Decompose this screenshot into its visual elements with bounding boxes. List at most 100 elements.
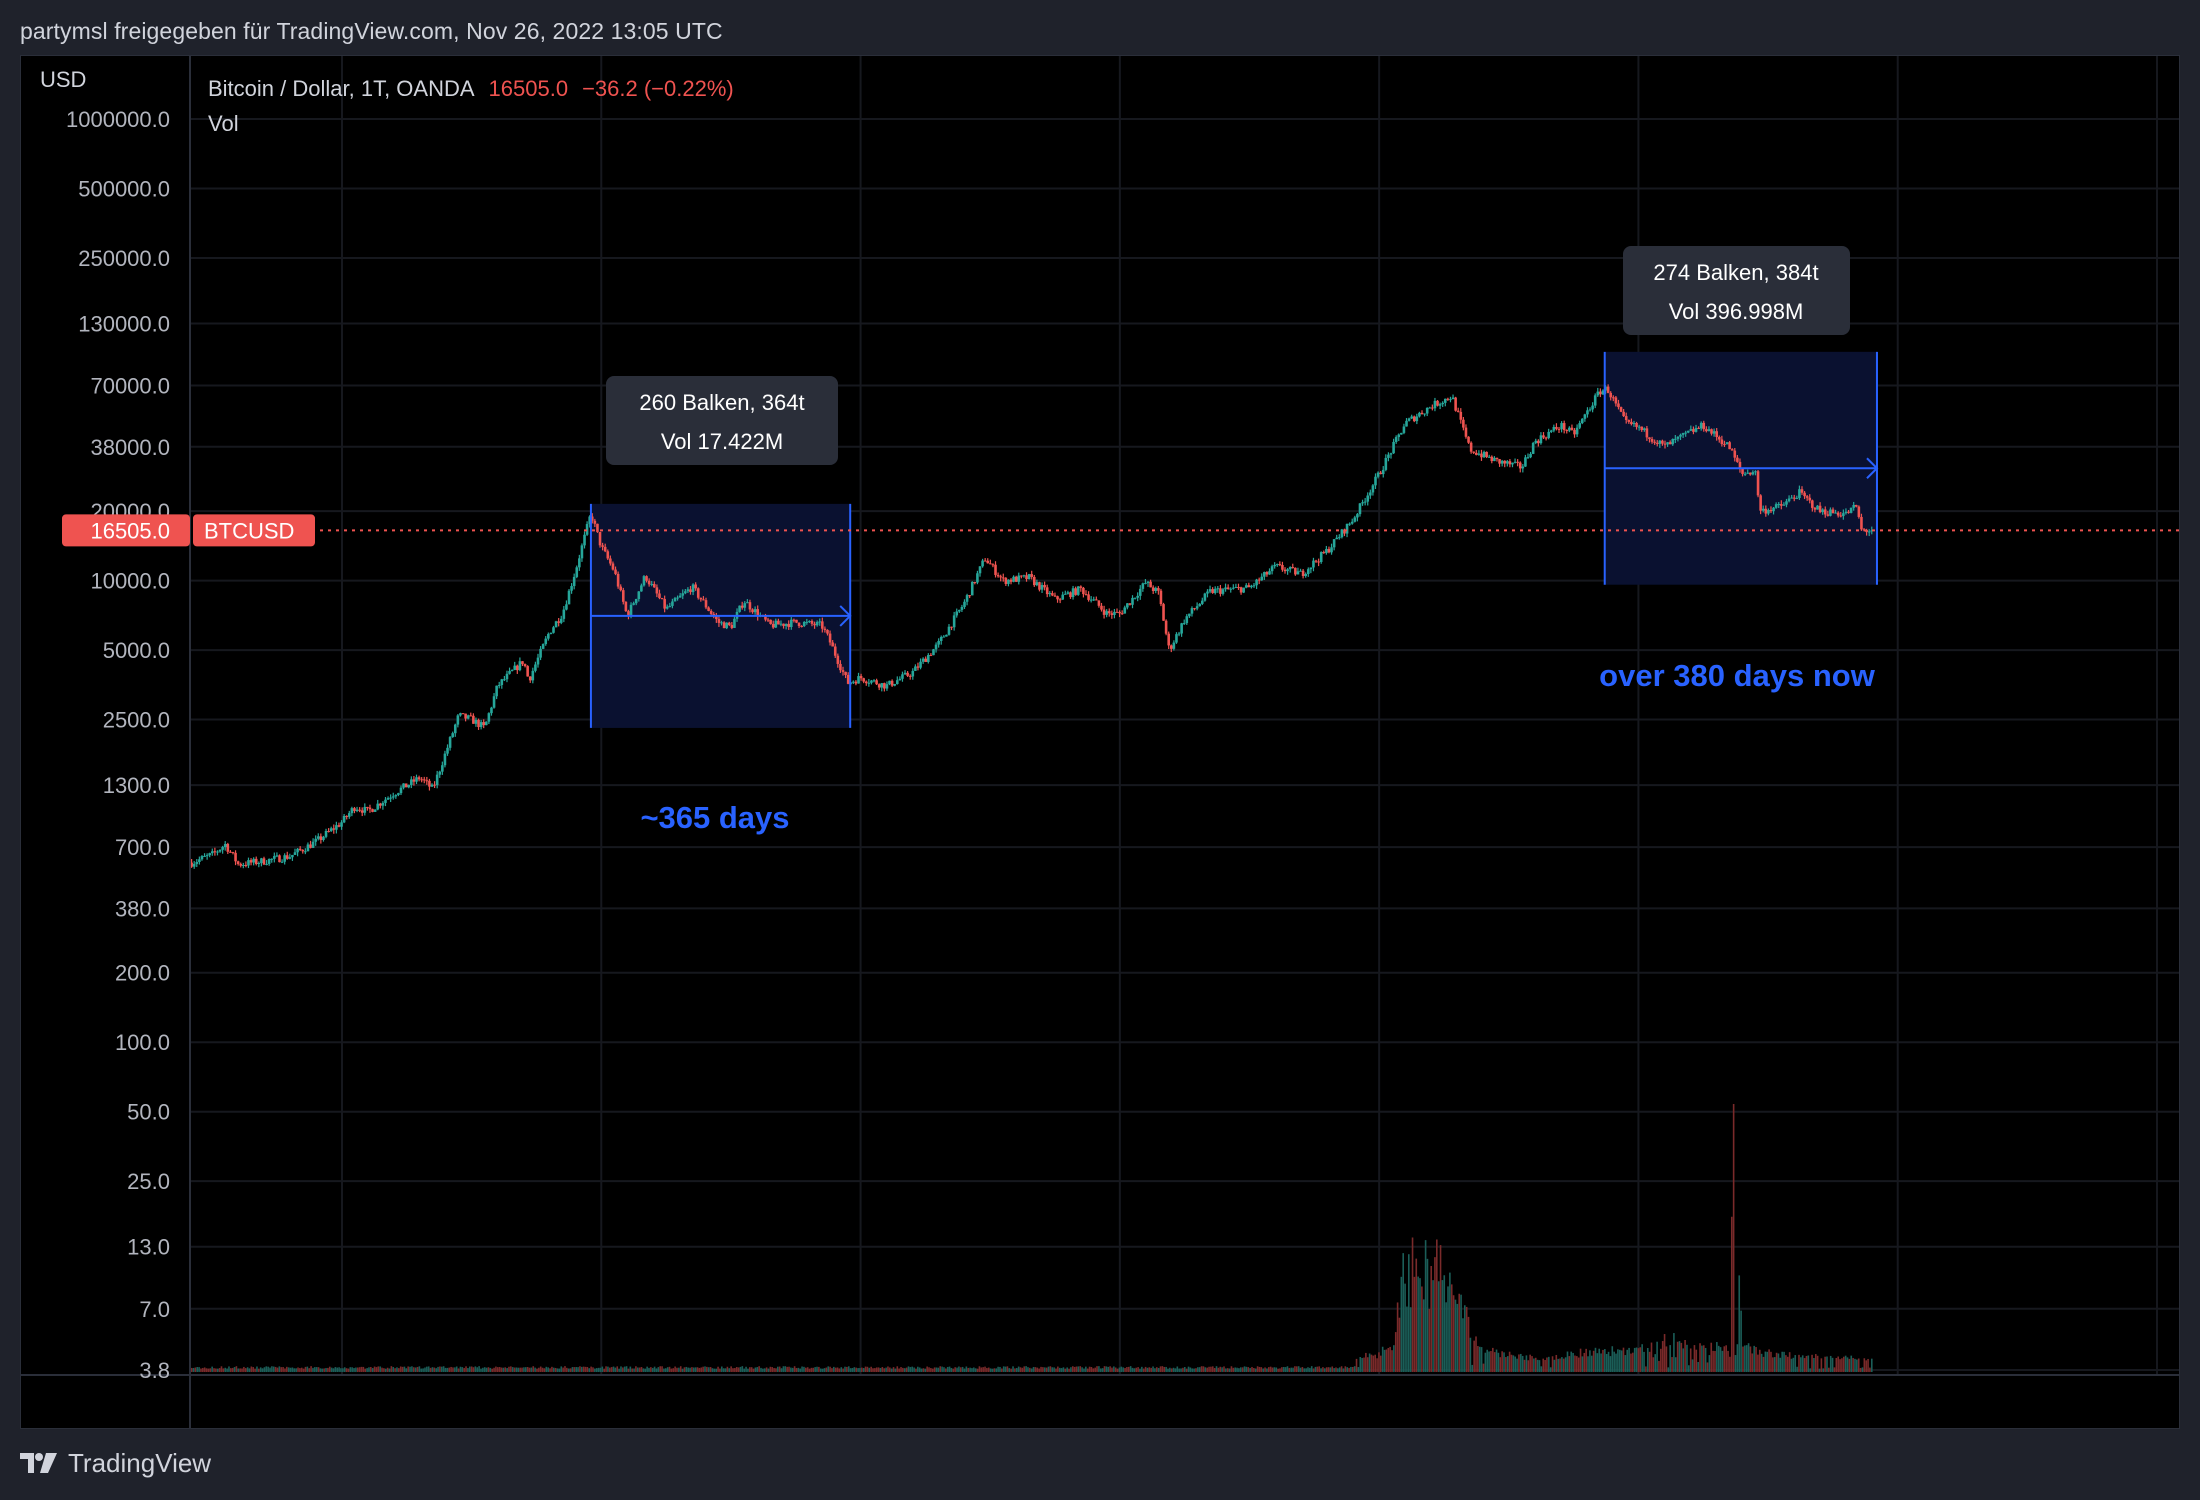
candle-body	[441, 765, 444, 772]
candle-body	[482, 722, 486, 726]
candle-body	[1792, 497, 1796, 499]
candle-body	[885, 684, 889, 689]
candle-body	[1286, 569, 1289, 572]
candle-body	[927, 655, 930, 662]
candle-body	[722, 622, 726, 629]
candle-body	[1624, 416, 1628, 421]
legend-volume-label[interactable]: Vol	[208, 111, 239, 136]
candle-body	[1596, 391, 1600, 396]
candle-body	[1420, 412, 1424, 415]
candle-body	[1586, 410, 1589, 415]
candle-body	[1369, 492, 1372, 496]
candle-body	[1319, 552, 1323, 563]
candle-body	[218, 849, 222, 852]
candle-body	[684, 591, 687, 594]
candle-body	[790, 619, 793, 628]
candle-body	[1237, 586, 1240, 588]
candle-body	[1097, 600, 1101, 606]
candle-body	[1467, 436, 1470, 443]
candle-body	[642, 576, 646, 586]
candle-body	[1495, 457, 1499, 460]
candle-body	[1190, 608, 1194, 614]
candle-body	[415, 777, 418, 782]
candle-body	[329, 828, 333, 832]
candle-body	[709, 610, 713, 615]
price-chart[interactable]: 1000000.0 500000.0 250000.0 130000.0 70000.0…	[0, 0, 2200, 1440]
candle-body	[1653, 441, 1656, 443]
candle-body	[554, 621, 558, 628]
candle-body	[1102, 609, 1106, 615]
candle-body	[376, 803, 380, 810]
candle-body	[1705, 429, 1708, 432]
candle-body	[1472, 451, 1476, 453]
candle-body	[898, 678, 902, 681]
candle-body	[384, 799, 387, 803]
candle-body	[327, 830, 330, 832]
candle-body	[890, 680, 894, 686]
candle-body	[753, 609, 757, 613]
candle-body	[1425, 407, 1429, 414]
candle-body	[1433, 400, 1437, 409]
candle-body	[598, 531, 602, 546]
candle-body	[867, 682, 871, 684]
candle-body	[1157, 588, 1160, 591]
price-axis-tick: 25.0	[127, 1169, 170, 1194]
candle-body	[883, 683, 886, 689]
candle-body	[1193, 608, 1196, 610]
candle-body	[1113, 611, 1116, 615]
candle-body	[1415, 416, 1419, 422]
candle-body	[1583, 414, 1587, 419]
candle-body	[1017, 575, 1021, 582]
candle-body	[273, 856, 276, 859]
candle-body	[1004, 578, 1008, 584]
candle-body	[1640, 426, 1644, 430]
candle-body	[513, 665, 517, 670]
candle-body	[1580, 418, 1584, 424]
candle-body	[1767, 510, 1770, 514]
candle-body	[821, 621, 824, 629]
candle-body	[1247, 585, 1251, 588]
candle-body	[267, 858, 271, 864]
candle-body	[1795, 497, 1799, 499]
candle-body	[1162, 604, 1165, 621]
candle-body	[1759, 495, 1762, 511]
candle-body	[306, 844, 310, 852]
candle-body	[1206, 591, 1209, 594]
candle-body	[619, 586, 623, 591]
candle-body	[942, 636, 946, 638]
candle-body	[1658, 440, 1662, 444]
tradingview-logo[interactable]: TradingView	[20, 1448, 211, 1478]
candle-body	[353, 808, 356, 811]
candle-body	[1014, 576, 1018, 582]
candle-body	[1428, 407, 1432, 409]
candle-body	[895, 680, 899, 685]
candle-body	[1599, 391, 1602, 395]
time-axis[interactable]: 2017 2018 2019 2020 2021 2022 2023 2024	[316, 1390, 2182, 1416]
candle-body	[1353, 517, 1357, 522]
candle-body	[1490, 456, 1494, 462]
candle-body	[934, 644, 938, 650]
candle-body	[655, 587, 659, 594]
candle-body	[1182, 623, 1186, 625]
candle-body	[337, 825, 341, 827]
candle-body	[1454, 397, 1457, 411]
candle-body	[733, 618, 736, 628]
candle-body	[1829, 509, 1832, 516]
legend-symbol-title[interactable]: Bitcoin / Dollar, 1T, OANDA	[208, 76, 475, 101]
price-axis[interactable]: 1000000.0 500000.0 250000.0 130000.0 70000.0…	[66, 107, 170, 1383]
candle-body	[208, 853, 212, 856]
candle-body	[355, 809, 359, 811]
candle-body	[1133, 597, 1137, 599]
price-axis-tick: 700.0	[115, 835, 170, 860]
candle-body	[505, 673, 509, 680]
candle-body	[852, 681, 855, 683]
candle-body	[319, 836, 323, 841]
candle-body	[1500, 460, 1504, 464]
candle-body	[407, 784, 411, 788]
candle-body	[1306, 569, 1310, 574]
candle-body	[795, 619, 798, 623]
candle-body	[1614, 397, 1618, 404]
candle-body	[1565, 430, 1569, 432]
candle-body	[1281, 565, 1284, 570]
candle-body	[1844, 511, 1848, 514]
